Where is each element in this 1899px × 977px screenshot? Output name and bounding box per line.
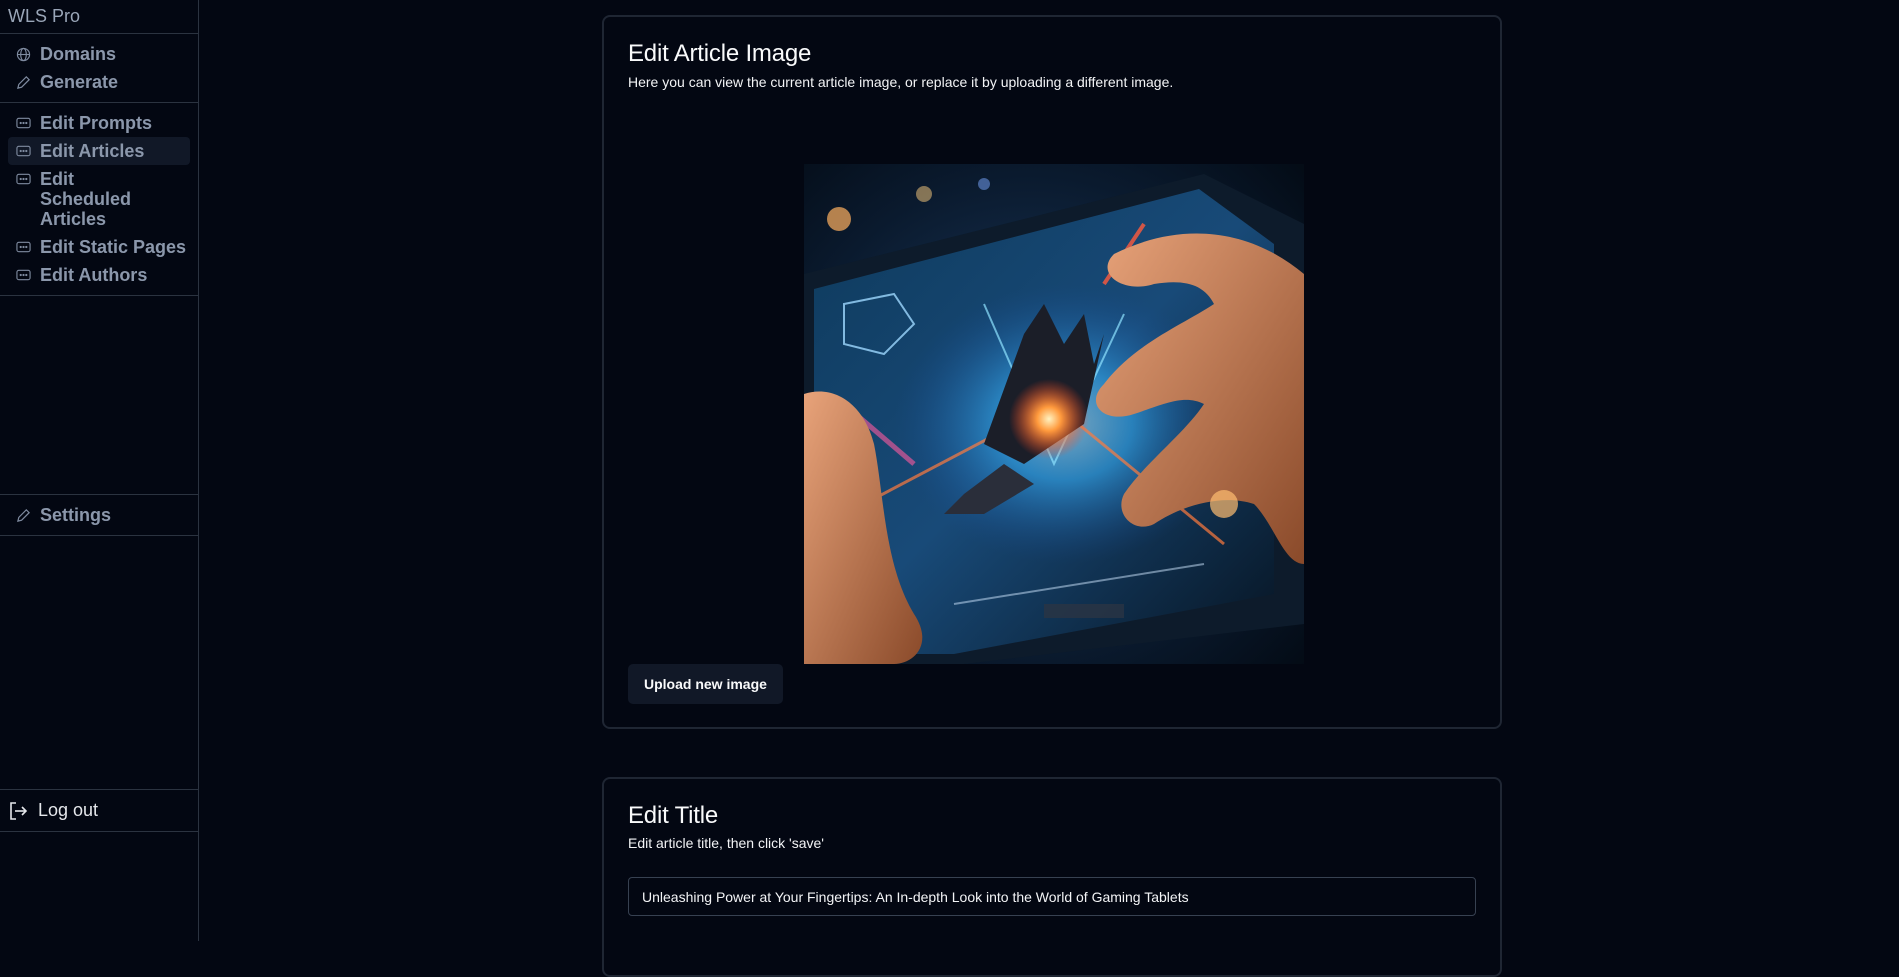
title-card: Edit Title Edit article title, then clic… xyxy=(602,777,1502,977)
sidebar-item-edit-static-pages[interactable]: Edit Static Pages xyxy=(8,233,190,261)
pencil-icon xyxy=(16,505,31,525)
logout-label: Log out xyxy=(38,800,99,820)
ellipsis-box-icon xyxy=(16,141,31,161)
sidebar-spacer xyxy=(0,296,198,495)
card-title: Edit Title xyxy=(628,802,719,829)
article-image-card: Edit Article Image Here you can view the… xyxy=(602,15,1502,729)
sidebar-item-domains[interactable]: Domains xyxy=(8,40,190,68)
sidebar-item-edit-prompts[interactable]: Edit Prompts xyxy=(8,109,190,137)
primary-nav: Domains Generate xyxy=(0,34,198,103)
ellipsis-box-icon xyxy=(16,265,31,285)
sidebar-item-label: Edit Articles xyxy=(40,141,145,161)
app-title: WLS Pro xyxy=(0,0,198,34)
edit-nav: Edit Prompts Edit Articles Edit Schedule… xyxy=(0,103,198,296)
sidebar-item-label: Settings xyxy=(40,505,112,525)
card-description: Here you can view the current article im… xyxy=(628,74,1174,90)
logout-button[interactable]: Log out xyxy=(0,790,198,832)
sidebar-item-edit-authors[interactable]: Edit Authors xyxy=(8,261,190,289)
sidebar-item-settings[interactable]: Settings xyxy=(8,501,190,529)
ellipsis-box-icon xyxy=(16,237,31,257)
sidebar-item-edit-scheduled-articles[interactable]: Edit Scheduled Articles xyxy=(8,165,190,233)
sidebar-item-label: Edit Authors xyxy=(40,265,148,285)
sidebar-item-label: Edit Scheduled Articles xyxy=(40,169,132,229)
sidebar-item-label: Edit Static Pages xyxy=(40,237,187,257)
sidebar-item-label: Generate xyxy=(40,72,119,92)
main-content: Edit Article Image Here you can view the… xyxy=(199,0,1899,977)
sidebar-item-edit-articles[interactable]: Edit Articles xyxy=(8,137,190,165)
sidebar-item-generate[interactable]: Generate xyxy=(8,68,190,96)
sidebar-item-label: Edit Prompts xyxy=(40,113,153,133)
sidebar-spacer xyxy=(0,536,198,790)
pencil-icon xyxy=(16,72,31,92)
upload-new-image-button[interactable]: Upload new image xyxy=(628,664,783,704)
card-title: Edit Article Image xyxy=(628,40,812,67)
ellipsis-box-icon xyxy=(16,113,31,133)
sidebar: WLS Pro Domains Generate Edit Prompts Ed… xyxy=(0,0,199,941)
logout-icon xyxy=(8,801,28,821)
ellipsis-box-icon xyxy=(16,169,31,189)
settings-nav: Settings xyxy=(0,495,198,536)
sidebar-item-label: Domains xyxy=(40,44,117,64)
article-title-input[interactable] xyxy=(628,877,1476,916)
globe-icon xyxy=(16,44,31,64)
card-description: Edit article title, then click 'save' xyxy=(628,835,824,851)
article-image xyxy=(804,164,1304,664)
